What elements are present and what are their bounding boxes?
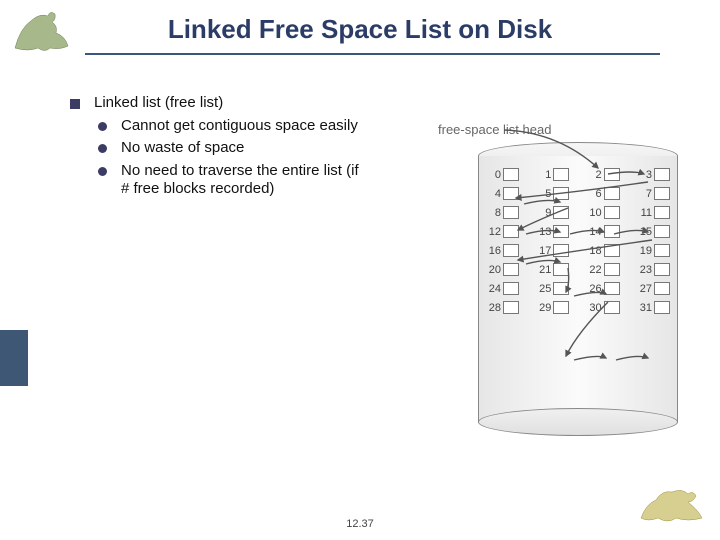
disc-bullet-icon	[98, 122, 107, 131]
bullet-text: Cannot get contiguous space easily	[121, 117, 358, 135]
slide-title: Linked Free Space List on Disk	[0, 14, 720, 45]
bullet-level1: Linked list (free list)	[70, 94, 370, 111]
title-underline	[85, 53, 660, 55]
bullet-text: No need to traverse the entire list (if …	[121, 162, 370, 199]
disc-bullet-icon	[98, 167, 107, 176]
page-number: 12.37	[0, 518, 720, 530]
disc-bullet-icon	[98, 144, 107, 153]
left-accent-bar	[0, 330, 28, 386]
linked-list-arrows	[448, 102, 684, 442]
bullet-content: Linked list (free list) Cannot get conti…	[70, 94, 370, 202]
square-bullet-icon	[70, 99, 80, 109]
bullet-text: Linked list (free list)	[94, 94, 223, 111]
slide-header: Linked Free Space List on Disk	[0, 0, 720, 66]
bullet-level2: No waste of space	[98, 139, 370, 157]
bullet-text: No waste of space	[121, 139, 244, 157]
disk-figure: free-space list head 0123456789101112131…	[448, 102, 684, 442]
dinosaur-icon	[10, 8, 82, 54]
bullet-level2: Cannot get contiguous space easily	[98, 117, 370, 135]
bullet-level2: No need to traverse the entire list (if …	[98, 162, 370, 199]
